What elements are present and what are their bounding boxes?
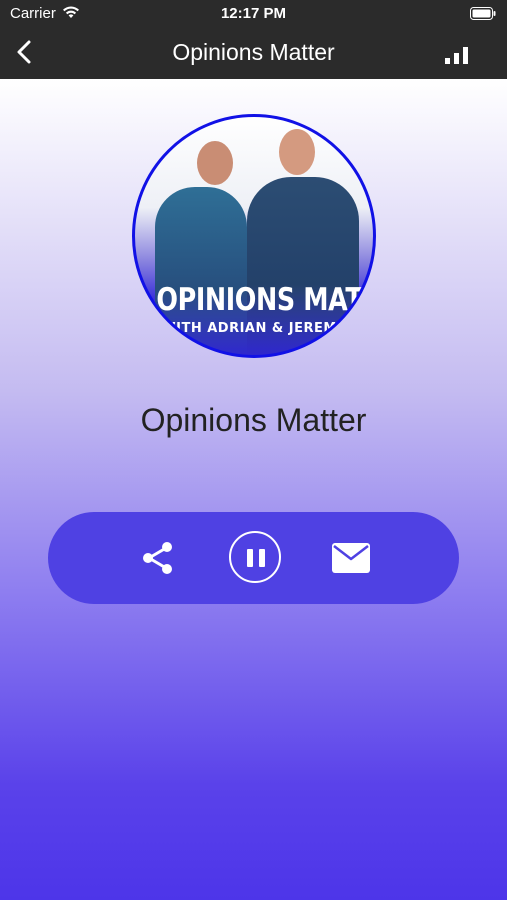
artwork-head-right <box>279 129 315 175</box>
pause-button[interactable] <box>229 531 281 583</box>
playback-controls <box>48 512 459 604</box>
station-title: Opinions Matter <box>140 402 367 438</box>
pause-icon <box>247 549 253 567</box>
status-time: 12:17 PM <box>220 5 287 22</box>
nav-title: Opinions Matter <box>172 39 335 65</box>
player-content: OPINIONS MATTER WITH ADRIAN & JEREMY Opi… <box>0 79 507 900</box>
app-screen: Carrier 12:17 PM Opinions Matter OPINION… <box>0 0 507 900</box>
podcast-artwork: OPINIONS MATTER WITH ADRIAN & JEREMY <box>132 114 376 358</box>
navigation-bar: Opinions Matter <box>0 27 507 79</box>
battery-icon <box>470 7 496 20</box>
signal-bars-icon[interactable] <box>445 46 471 64</box>
share-icon[interactable] <box>138 538 178 578</box>
status-bar: Carrier 12:17 PM <box>0 0 507 27</box>
artwork-subtitle: WITH ADRIAN & JEREMY <box>161 321 347 336</box>
artwork-title: OPINIONS MATTER <box>156 282 373 318</box>
artwork-head-left <box>197 141 233 185</box>
mail-icon[interactable] <box>332 543 370 573</box>
